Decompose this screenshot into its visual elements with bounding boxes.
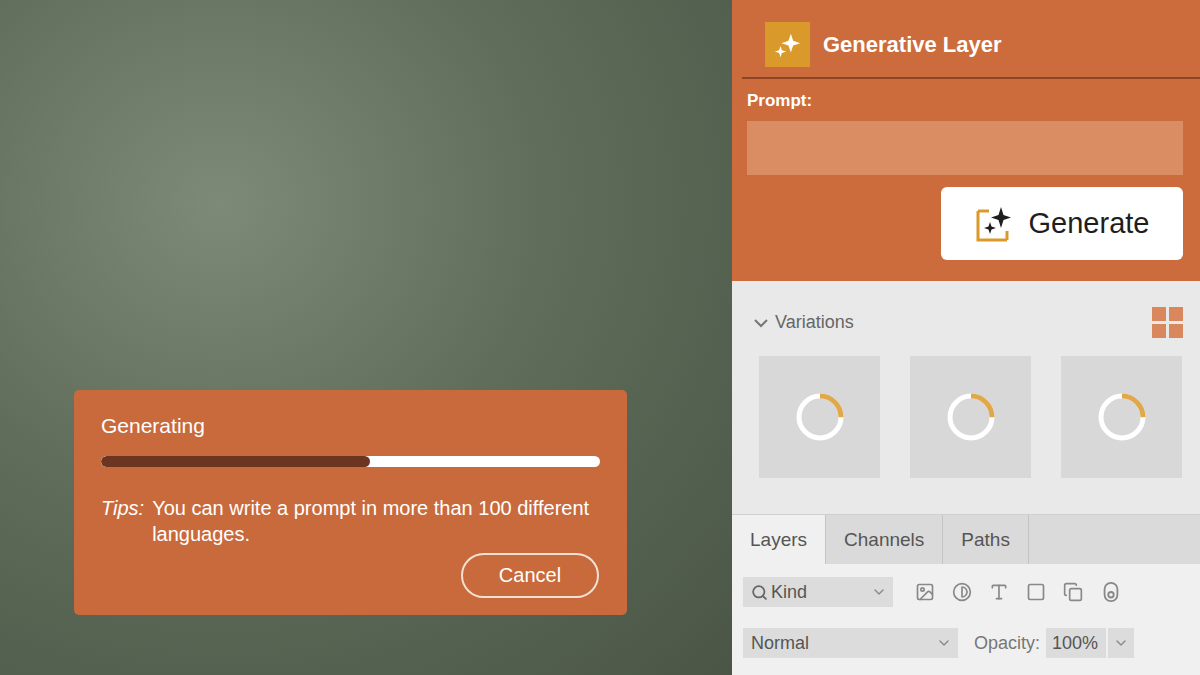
grid-cell (1169, 324, 1183, 338)
generate-label: Generate (1029, 207, 1150, 240)
chevron-down-icon (871, 584, 887, 600)
button-row: Generate (747, 187, 1183, 260)
blend-mode-dropdown[interactable]: Normal (743, 628, 958, 658)
variation-tile[interactable] (910, 356, 1031, 478)
loading-spinner-icon (794, 391, 846, 443)
prompt-section: Prompt: Generate (732, 79, 1200, 281)
chevron-down-icon (1113, 635, 1129, 651)
prompt-input[interactable] (747, 121, 1183, 175)
filter-label: Kind (771, 582, 807, 603)
tip-text: Tips:You can write a prompt in more than… (101, 495, 600, 547)
grid-cell (1169, 307, 1183, 321)
opacity-control: 100% (1046, 628, 1134, 658)
filter-row: Kind (743, 577, 1190, 607)
variation-tiles (752, 356, 1183, 478)
progress-bar (101, 456, 600, 467)
sparkle-icon (773, 30, 803, 60)
shape-icon[interactable] (1026, 582, 1046, 602)
grid-cell (1152, 307, 1166, 321)
photo-canvas[interactable]: Generating Tips:You can write a prompt in… (0, 0, 732, 675)
loading-spinner-icon (945, 391, 997, 443)
layers-panel: Kind Normal Opacity: 100% (732, 564, 1200, 675)
tab[interactable]: Channels (826, 515, 943, 564)
grid-view-icon[interactable] (1152, 307, 1183, 338)
generate-button[interactable]: Generate (941, 187, 1183, 260)
prompt-label: Prompt: (747, 91, 1183, 113)
tab[interactable]: Paths (943, 515, 1029, 564)
side-panel: Generative Layer Prompt: Generate Variation… (732, 0, 1200, 675)
blend-row: Normal Opacity: 100% (743, 628, 1190, 658)
variations-toggle[interactable]: Variations (752, 312, 854, 333)
tip-message: You can write a prompt in more than 100 … (152, 495, 600, 547)
generating-dialog: Generating Tips:You can write a prompt in… (74, 390, 627, 615)
adjustment-icon[interactable] (952, 582, 972, 602)
variation-tile[interactable] (1061, 356, 1182, 478)
dialog-title: Generating (101, 414, 600, 438)
chevron-down-icon (936, 635, 952, 651)
panel-title-row: Generative Layer (742, 0, 1200, 79)
image-icon[interactable] (915, 582, 935, 602)
progress-fill (101, 456, 370, 467)
panel-title: Generative Layer (823, 32, 1002, 58)
chevron-icon (752, 314, 770, 332)
cancel-button[interactable]: Cancel (461, 553, 599, 598)
loading-spinner-icon (1096, 391, 1148, 443)
blend-mode-label: Normal (751, 633, 809, 654)
filter-toggle-icon[interactable] (1100, 581, 1122, 603)
filter-icons (915, 581, 1122, 603)
dialog-actions: Cancel (101, 553, 600, 598)
grid-cell (1152, 324, 1166, 338)
app-window: Generating Tips:You can write a prompt in… (0, 0, 1200, 675)
variations-label: Variations (775, 312, 854, 333)
filter-value: Kind (751, 582, 807, 603)
opacity-label: Opacity: (974, 633, 1040, 654)
variation-tile[interactable] (759, 356, 880, 478)
opacity-input[interactable]: 100% (1046, 628, 1106, 658)
generative-layer-panel: Generative Layer Prompt: Generate (732, 0, 1200, 281)
variations-header: Variations (752, 307, 1183, 338)
tip-label: Tips: (101, 495, 144, 547)
tab[interactable]: Layers (732, 515, 826, 564)
search-icon (751, 584, 768, 601)
tab-bar: LayersChannelsPaths (732, 514, 1200, 564)
filter-dropdown[interactable]: Kind (743, 577, 893, 607)
opacity-dropdown[interactable] (1108, 628, 1134, 658)
generate-icon (975, 205, 1017, 243)
smart-object-icon[interactable] (1063, 582, 1083, 602)
generative-layer-icon (765, 22, 810, 67)
type-icon[interactable] (989, 582, 1009, 602)
variations-section: Variations (732, 281, 1200, 514)
